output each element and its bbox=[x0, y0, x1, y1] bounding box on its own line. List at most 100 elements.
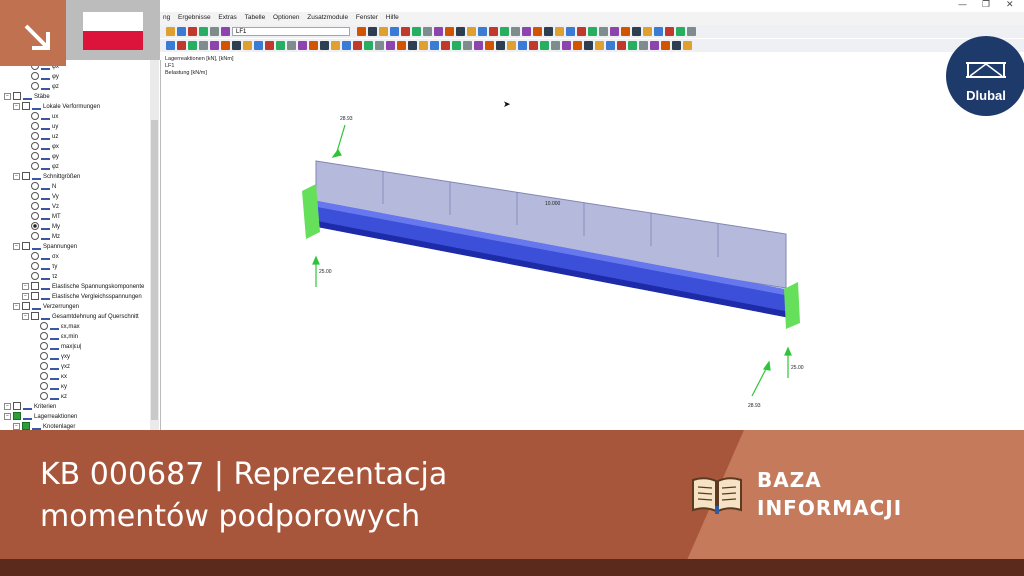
toolbar-tool-icon[interactable] bbox=[199, 27, 208, 36]
tree-expander-icon[interactable]: − bbox=[13, 302, 20, 310]
toolbar-tool-icon[interactable] bbox=[397, 41, 406, 50]
tree-item[interactable]: − Schnittgrößen bbox=[13, 172, 80, 182]
toolbar-tool-icon[interactable] bbox=[584, 41, 593, 50]
toolbar-tool-icon[interactable] bbox=[375, 41, 384, 50]
toolbar-tool-icon[interactable] bbox=[177, 27, 186, 36]
toolbar-tool-icon[interactable] bbox=[434, 27, 443, 36]
tree-radio[interactable] bbox=[31, 202, 39, 211]
toolbar-tool-icon[interactable] bbox=[617, 41, 626, 50]
tree-radio[interactable] bbox=[40, 382, 48, 391]
tree-item[interactable]: max|εu| bbox=[40, 342, 81, 352]
tree-radio[interactable] bbox=[31, 112, 39, 121]
graphics-viewport[interactable]: 10.000 28.93 25.00 25.00 28.93 bbox=[161, 53, 1024, 430]
toolbar-tool-icon[interactable] bbox=[474, 41, 483, 50]
toolbar-tool-icon[interactable] bbox=[419, 41, 428, 50]
toolbar-tool-icon[interactable] bbox=[357, 27, 366, 36]
toolbar-tool-icon[interactable] bbox=[676, 27, 685, 36]
tree-item[interactable]: φx bbox=[31, 142, 59, 152]
tree-expander-icon[interactable]: − bbox=[13, 242, 20, 250]
toolbar-tool-icon[interactable] bbox=[342, 41, 351, 50]
tree-item[interactable]: τz bbox=[31, 272, 57, 282]
toolbar-tool-icon[interactable] bbox=[379, 27, 388, 36]
tree-expander-icon[interactable]: − bbox=[22, 282, 29, 290]
toolbar-tool-icon[interactable] bbox=[445, 27, 454, 36]
tree-radio[interactable] bbox=[31, 152, 39, 161]
toolbar-tool-icon[interactable] bbox=[621, 27, 630, 36]
tree-item[interactable]: uz bbox=[31, 132, 58, 142]
toolbar-tool-icon[interactable] bbox=[177, 41, 186, 50]
toolbar-tool-icon[interactable] bbox=[485, 41, 494, 50]
tree-checkbox[interactable] bbox=[13, 402, 21, 411]
tree-radio[interactable] bbox=[31, 142, 39, 151]
toolbar-tool-icon[interactable] bbox=[595, 41, 604, 50]
toolbar-tool-icon[interactable] bbox=[650, 41, 659, 50]
toolbar-tool-icon[interactable] bbox=[408, 41, 417, 50]
load-case-select[interactable]: LF1 bbox=[232, 27, 350, 36]
toolbar-tool-icon[interactable] bbox=[430, 41, 439, 50]
tree-checkbox[interactable] bbox=[13, 412, 21, 421]
tree-item[interactable]: Vy bbox=[31, 192, 59, 202]
minimize-button[interactable]: — bbox=[958, 0, 967, 10]
tree-radio[interactable] bbox=[31, 262, 39, 271]
toolbar-tool-icon[interactable] bbox=[254, 41, 263, 50]
tree-item[interactable]: φz bbox=[31, 162, 59, 172]
tree-item[interactable]: − Elastische Vergleichsspannungen bbox=[22, 292, 142, 302]
toolbar-tool-icon[interactable] bbox=[331, 41, 340, 50]
toolbar-tool-icon[interactable] bbox=[610, 27, 619, 36]
toolbar-tool-icon[interactable] bbox=[540, 41, 549, 50]
tree-radio[interactable] bbox=[40, 392, 48, 401]
tree-item[interactable]: − Elastische Spannungskomponente bbox=[22, 282, 144, 292]
toolbar-tool-icon[interactable] bbox=[665, 27, 674, 36]
tree-radio[interactable] bbox=[31, 212, 39, 221]
tree-item[interactable]: − Gesamtdehnung auf Querschnitt bbox=[22, 312, 139, 322]
toolbar-tool-icon[interactable] bbox=[243, 41, 252, 50]
tree-expander-icon[interactable]: − bbox=[22, 312, 29, 320]
toolbar-tool-icon[interactable] bbox=[364, 41, 373, 50]
tree-radio[interactable] bbox=[31, 222, 39, 231]
toolbar-tool-icon[interactable] bbox=[456, 27, 465, 36]
tree-item[interactable]: γxy bbox=[40, 352, 70, 362]
tree-item[interactable]: ux bbox=[31, 112, 58, 122]
tree-radio[interactable] bbox=[40, 332, 48, 341]
tree-radio[interactable] bbox=[31, 252, 39, 261]
toolbar-tool-icon[interactable] bbox=[599, 27, 608, 36]
tree-item[interactable]: Mz bbox=[31, 232, 60, 242]
tree-item[interactable]: − Knotenlager bbox=[13, 422, 75, 430]
menu-item-ergebnisse[interactable]: Ergebnisse bbox=[175, 12, 214, 21]
toolbar-tool-icon[interactable] bbox=[166, 27, 175, 36]
toolbar-tool-icon[interactable] bbox=[529, 41, 538, 50]
toolbar-tool-icon[interactable] bbox=[500, 27, 509, 36]
tree-checkbox[interactable] bbox=[31, 312, 39, 321]
tree-item[interactable]: κy bbox=[40, 382, 67, 392]
tree-expander-icon[interactable]: − bbox=[4, 402, 11, 410]
restore-button[interactable]: ❐ bbox=[982, 0, 990, 10]
tree-item[interactable]: εx,min bbox=[40, 332, 78, 342]
toolbar-tool-icon[interactable] bbox=[683, 41, 692, 50]
toolbar-tool-icon[interactable] bbox=[467, 27, 476, 36]
toolbar-tool-icon[interactable] bbox=[687, 27, 696, 36]
tree-expander-icon[interactable]: − bbox=[13, 102, 20, 110]
menu-item-hilfe[interactable]: Hilfe bbox=[383, 12, 402, 21]
toolbar-tool-icon[interactable] bbox=[654, 27, 663, 36]
toolbar-tool-icon[interactable] bbox=[588, 27, 597, 36]
tree-item[interactable]: φy bbox=[31, 152, 59, 162]
tree-checkbox[interactable] bbox=[13, 92, 21, 101]
toolbar-tool-icon[interactable] bbox=[628, 41, 637, 50]
tree-item[interactable]: φz bbox=[31, 82, 59, 92]
menu-item-tabelle[interactable]: Tabelle bbox=[242, 12, 269, 21]
tree-item[interactable]: εx,max bbox=[40, 322, 80, 332]
toolbar-tool-icon[interactable] bbox=[555, 27, 564, 36]
tree-expander-icon[interactable]: − bbox=[4, 412, 11, 420]
toolbar-tool-icon[interactable] bbox=[232, 41, 241, 50]
tree-radio[interactable] bbox=[31, 72, 39, 81]
toolbar-tool-icon[interactable] bbox=[412, 27, 421, 36]
tree-checkbox[interactable] bbox=[22, 422, 30, 430]
close-button[interactable]: ✕ bbox=[1006, 0, 1014, 10]
tree-item[interactable]: σx bbox=[31, 252, 59, 262]
menu-item-optionen[interactable]: Optionen bbox=[270, 12, 302, 21]
tree-radio[interactable] bbox=[40, 362, 48, 371]
tree-radio[interactable] bbox=[31, 232, 39, 241]
toolbar-tool-icon[interactable] bbox=[368, 27, 377, 36]
toolbar-tool-icon[interactable] bbox=[632, 27, 641, 36]
tree-radio[interactable] bbox=[31, 192, 39, 201]
